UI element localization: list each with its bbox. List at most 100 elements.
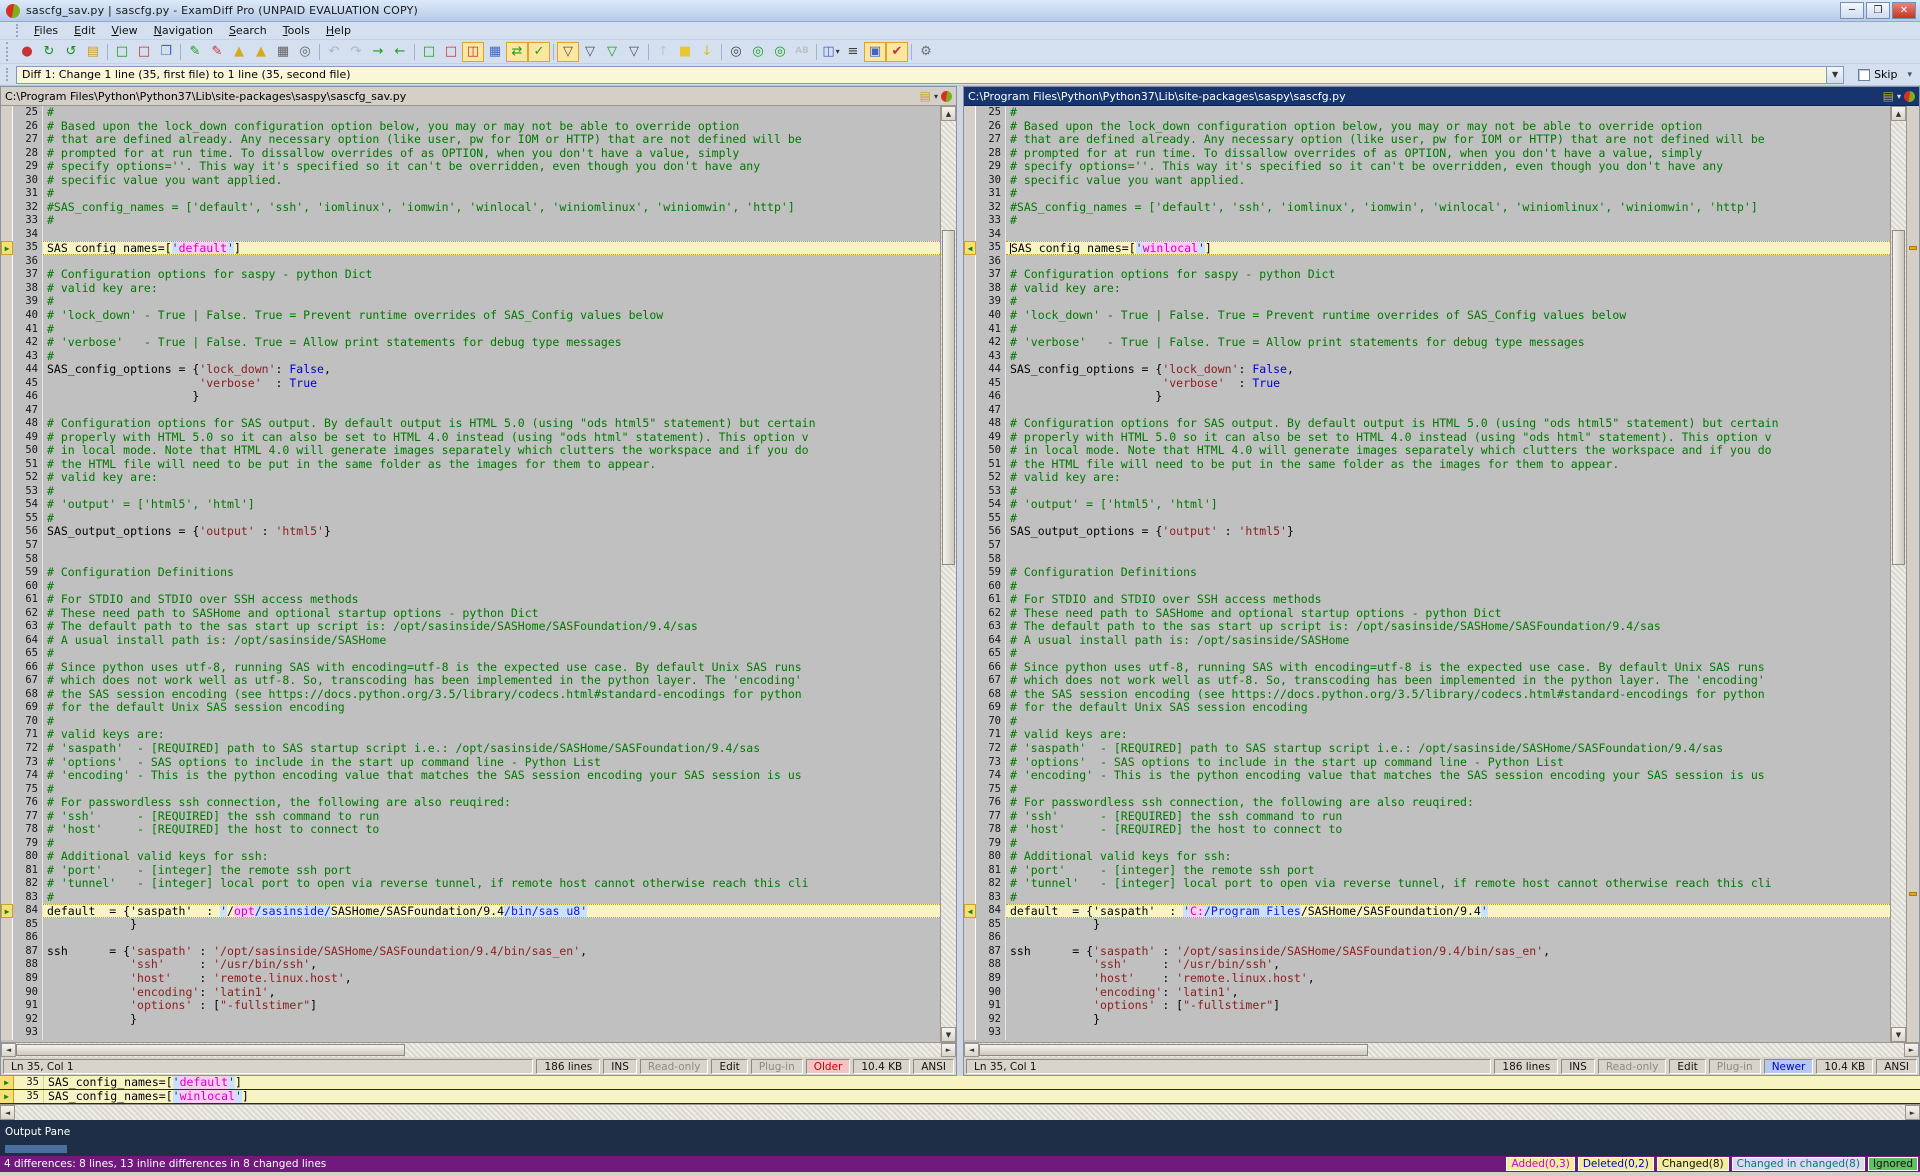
- code-line[interactable]: 51# the HTML file will need to be put in…: [1, 458, 940, 472]
- scroll-right-arrow[interactable]: ►: [1904, 1043, 1919, 1057]
- code-line[interactable]: 80# Additional valid keys for ssh:: [1, 850, 940, 864]
- code-line[interactable]: 52# valid key are:: [1, 471, 940, 485]
- second-file-horizontal-scrollbar[interactable]: ◄ ►: [964, 1042, 1919, 1057]
- inspector-line[interactable]: ▶35SAS_config_names=['default']: [0, 1076, 1920, 1090]
- code-line[interactable]: 45 'verbose' : True: [964, 377, 1890, 391]
- current-diff-combo[interactable]: Diff 1: Change 1 line (35, first file) t…: [16, 66, 1827, 84]
- second-file-header[interactable]: C:\Program Files\Python\Python37\Lib\sit…: [964, 87, 1919, 106]
- scroll-track[interactable]: [1891, 121, 1906, 1027]
- code-line[interactable]: 80# Additional valid keys for ssh:: [964, 850, 1890, 864]
- code-line[interactable]: 27# that are defined already. Any necess…: [1, 133, 940, 147]
- scroll-down-arrow[interactable]: ▼: [941, 1027, 956, 1042]
- code-line[interactable]: 81# 'port' - [integer] the remote ssh po…: [964, 864, 1890, 878]
- menu-edit[interactable]: Edit: [66, 23, 103, 38]
- code-line[interactable]: 89 'host' : 'remote.linux.host',: [1, 972, 940, 986]
- scroll-left-arrow[interactable]: ◄: [0, 1105, 15, 1120]
- code-line[interactable]: 34: [964, 228, 1890, 242]
- code-line[interactable]: 65#: [964, 647, 1890, 661]
- code-line[interactable]: 89 'host' : 'remote.linux.host',: [964, 972, 1890, 986]
- code-line[interactable]: 82# 'tunnel' - [integer] local port to o…: [1, 877, 940, 891]
- code-line[interactable]: 62# These need path to SASHome and optio…: [1, 607, 940, 621]
- code-line[interactable]: 33#: [1, 214, 940, 228]
- plugins-button[interactable]: ▣: [864, 42, 886, 62]
- minimize-button[interactable]: ─: [1840, 2, 1864, 19]
- code-line[interactable]: 69# for the default Unix SAS session enc…: [964, 701, 1890, 715]
- code-line[interactable]: 57: [964, 539, 1890, 553]
- code-line[interactable]: 70#: [1, 715, 940, 729]
- code-line[interactable]: 59# Configuration Definitions: [964, 566, 1890, 580]
- code-line[interactable]: ◀35SAS_config_names=['winlocal']: [964, 241, 1890, 255]
- code-line[interactable]: 25#: [964, 106, 1890, 120]
- find-prev-button[interactable]: ◎: [769, 42, 791, 62]
- code-line[interactable]: 60#: [964, 580, 1890, 594]
- code-line[interactable]: 56SAS_output_options = {'output' : 'html…: [1, 525, 940, 539]
- first-file-vertical-scrollbar[interactable]: ▲ ▼: [940, 106, 956, 1042]
- code-line[interactable]: 85 }: [964, 918, 1890, 932]
- code-line[interactable]: 40# 'lock_down' - True | False. True = P…: [964, 309, 1890, 323]
- code-line[interactable]: 53#: [964, 485, 1890, 499]
- code-line[interactable]: 65#: [1, 647, 940, 661]
- code-line[interactable]: 26# Based upon the lock_down configurati…: [964, 120, 1890, 134]
- first-file-horizontal-scrollbar[interactable]: ◄ ►: [1, 1042, 956, 1057]
- code-line[interactable]: 67# which does not work well as utf-8. S…: [964, 674, 1890, 688]
- code-line[interactable]: 87ssh = {'saspath' : '/opt/sasinside/SAS…: [1, 945, 940, 959]
- code-line[interactable]: 62# These need path to SASHome and optio…: [964, 607, 1890, 621]
- copy-to-first-button[interactable]: ▲: [228, 42, 250, 62]
- menu-search[interactable]: Search: [221, 23, 275, 38]
- filter-added-button[interactable]: ▽: [601, 42, 623, 62]
- code-line[interactable]: 46 }: [1, 390, 940, 404]
- code-line[interactable]: 73# 'options' - SAS options to include i…: [1, 756, 940, 770]
- code-line[interactable]: 32#SAS_config_names = ['default', 'ssh',…: [1, 201, 940, 215]
- menu-view[interactable]: View: [103, 23, 145, 38]
- code-line[interactable]: 28# prompted for at run time. To dissall…: [964, 147, 1890, 161]
- code-line[interactable]: 92 }: [1, 1013, 940, 1027]
- show-identical-lines-button[interactable]: □: [418, 42, 440, 62]
- code-line[interactable]: 51# the HTML file will need to be put in…: [964, 458, 1890, 472]
- code-line[interactable]: 68# the SAS session encoding (see https:…: [1, 688, 940, 702]
- find-next-button[interactable]: ◎: [747, 42, 769, 62]
- diff-map-marker[interactable]: [1909, 892, 1917, 896]
- code-line[interactable]: 64# A usual install path is: /opt/sasins…: [964, 634, 1890, 648]
- go-to-current-difference-button[interactable]: ↓: [696, 42, 718, 62]
- code-line[interactable]: 79#: [964, 837, 1890, 851]
- inspector-horizontal-scrollbar[interactable]: ◄ ►: [0, 1104, 1920, 1120]
- header-dropdown-icon[interactable]: ▾: [1897, 92, 1901, 101]
- code-line[interactable]: 37# Configuration options for saspy - py…: [1, 268, 940, 282]
- prev-difference-button[interactable]: ←: [389, 42, 411, 62]
- code-line[interactable]: 50# in local mode. Note that HTML 4.0 wi…: [964, 444, 1890, 458]
- code-line[interactable]: 78# 'host' - [REQUIRED] the host to conn…: [964, 823, 1890, 837]
- code-line[interactable]: 38# valid key are:: [1, 282, 940, 296]
- print-preview-button[interactable]: ◎: [294, 42, 316, 62]
- code-line[interactable]: 57: [1, 539, 940, 553]
- inspector-line[interactable]: ▶35SAS_config_names=['winlocal']: [0, 1090, 1920, 1104]
- menu-help[interactable]: Help: [318, 23, 359, 38]
- code-line[interactable]: 48# Configuration options for SAS output…: [1, 417, 940, 431]
- code-line[interactable]: 31#: [964, 187, 1890, 201]
- save-file-icon[interactable]: ▤: [920, 89, 931, 103]
- code-line[interactable]: 58: [1, 553, 940, 567]
- second-file-code[interactable]: 25#26# Based upon the lock_down configur…: [964, 106, 1890, 1042]
- first-file-header[interactable]: C:\Program Files\Python\Python37\Lib\sit…: [1, 87, 956, 106]
- code-line[interactable]: ▶35SAS_config_names=['default']: [1, 241, 940, 255]
- code-line[interactable]: 61# For STDIO and STDIO over SSH access …: [964, 593, 1890, 607]
- code-line[interactable]: 30# specific value you want applied.: [1, 174, 940, 188]
- output-pane-tab[interactable]: [5, 1145, 67, 1153]
- scroll-track[interactable]: [16, 1043, 941, 1057]
- maximize-button[interactable]: ❒: [1866, 2, 1890, 19]
- settings-button[interactable]: ⚙: [915, 42, 937, 62]
- code-line[interactable]: 77# 'ssh' - [REQUIRED] the ssh command t…: [964, 810, 1890, 824]
- recompare-button[interactable]: ↻: [38, 42, 60, 62]
- options-flags-button[interactable]: ✔: [886, 42, 908, 62]
- new-compare-button[interactable]: ●: [16, 42, 38, 62]
- code-line[interactable]: 52# valid key are:: [964, 471, 1890, 485]
- code-line[interactable]: 93: [1, 1026, 940, 1040]
- code-line[interactable]: ◀84default = {'saspath' : 'C:/Program Fi…: [964, 904, 1890, 918]
- synchronize-scrolling-button[interactable]: ⇄: [506, 42, 528, 62]
- scroll-left-arrow[interactable]: ◄: [964, 1043, 979, 1057]
- code-line[interactable]: 30# specific value you want applied.: [964, 174, 1890, 188]
- code-line[interactable]: 64# A usual install path is: /opt/sasins…: [1, 634, 940, 648]
- code-line[interactable]: 42# 'verbose' - True | False. True = All…: [964, 336, 1890, 350]
- code-line[interactable]: 86: [964, 931, 1890, 945]
- scroll-right-arrow[interactable]: ►: [1905, 1105, 1920, 1120]
- code-line[interactable]: 86: [1, 931, 940, 945]
